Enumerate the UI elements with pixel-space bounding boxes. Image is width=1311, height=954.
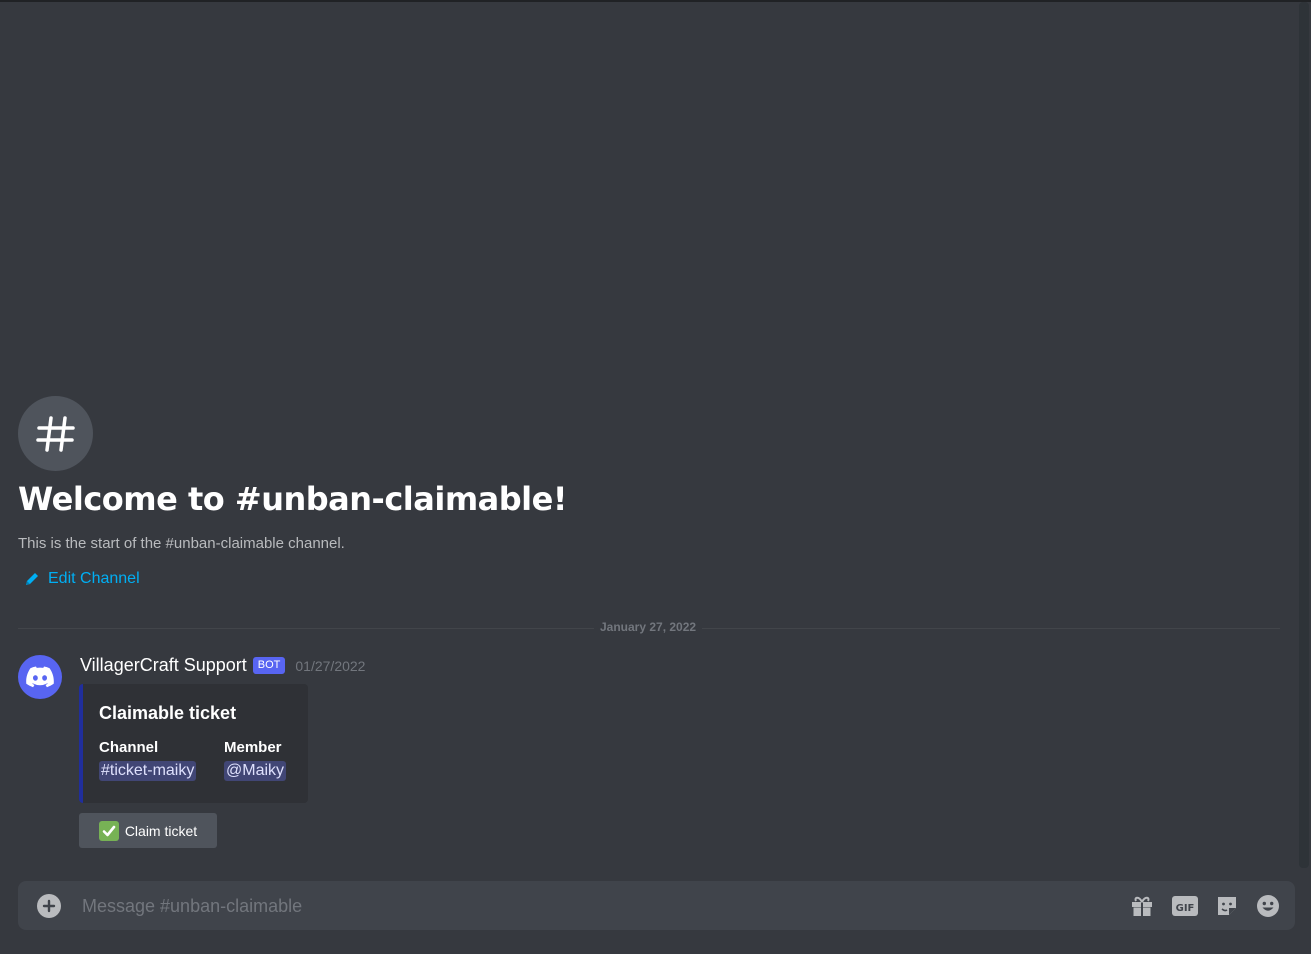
bot-tag: BOT [252,657,286,674]
pencil-icon [26,573,38,585]
date-divider-label: January 27, 2022 [594,620,703,634]
ticket-embed: Claimable ticket Channel #ticket-maiky M… [79,684,308,803]
sticker-icon[interactable] [1214,893,1240,919]
top-border [0,0,1311,2]
message-timestamp: 01/27/2022 [295,657,366,674]
channel-mention-label: ticket-maiky [109,762,195,779]
message-composer: GIF [18,881,1295,930]
gift-icon[interactable] [1129,893,1155,919]
member-mention[interactable]: @Maiky [224,761,287,781]
gif-icon[interactable]: GIF [1172,893,1198,919]
field-name-member: Member [224,739,282,756]
welcome-subtitle: This is the start of the #unban-claimabl… [18,535,345,552]
channel-hash-icon [18,396,93,471]
channel-mention-hash: # [101,762,110,779]
message-header: VillagerCraft Support BOT 01/27/2022 [80,655,365,676]
avatar[interactable] [18,655,62,699]
white-check-mark-icon [98,820,119,841]
svg-text:GIF: GIF [1176,903,1195,914]
claim-ticket-label: Claim ticket [124,822,198,839]
hash-icon [35,415,75,452]
add-icon[interactable] [37,894,61,918]
welcome-title: Welcome to #unban-claimable! [18,480,567,518]
claim-ticket-button[interactable]: Claim ticket [79,813,217,848]
channel-mention[interactable]: #ticket-maiky [99,761,197,781]
discord-logo-icon [26,666,54,688]
emoji-icon[interactable] [1255,893,1281,919]
embed-title: Claimable ticket [99,703,237,723]
message-input[interactable] [80,889,1084,923]
field-name-channel: Channel [99,739,159,756]
edit-channel-label: Edit Channel [48,570,140,587]
edit-channel-link[interactable]: Edit Channel [24,570,140,588]
author-name[interactable]: VillagerCraft Support [80,655,247,676]
scrollbar[interactable] [1299,2,1309,868]
